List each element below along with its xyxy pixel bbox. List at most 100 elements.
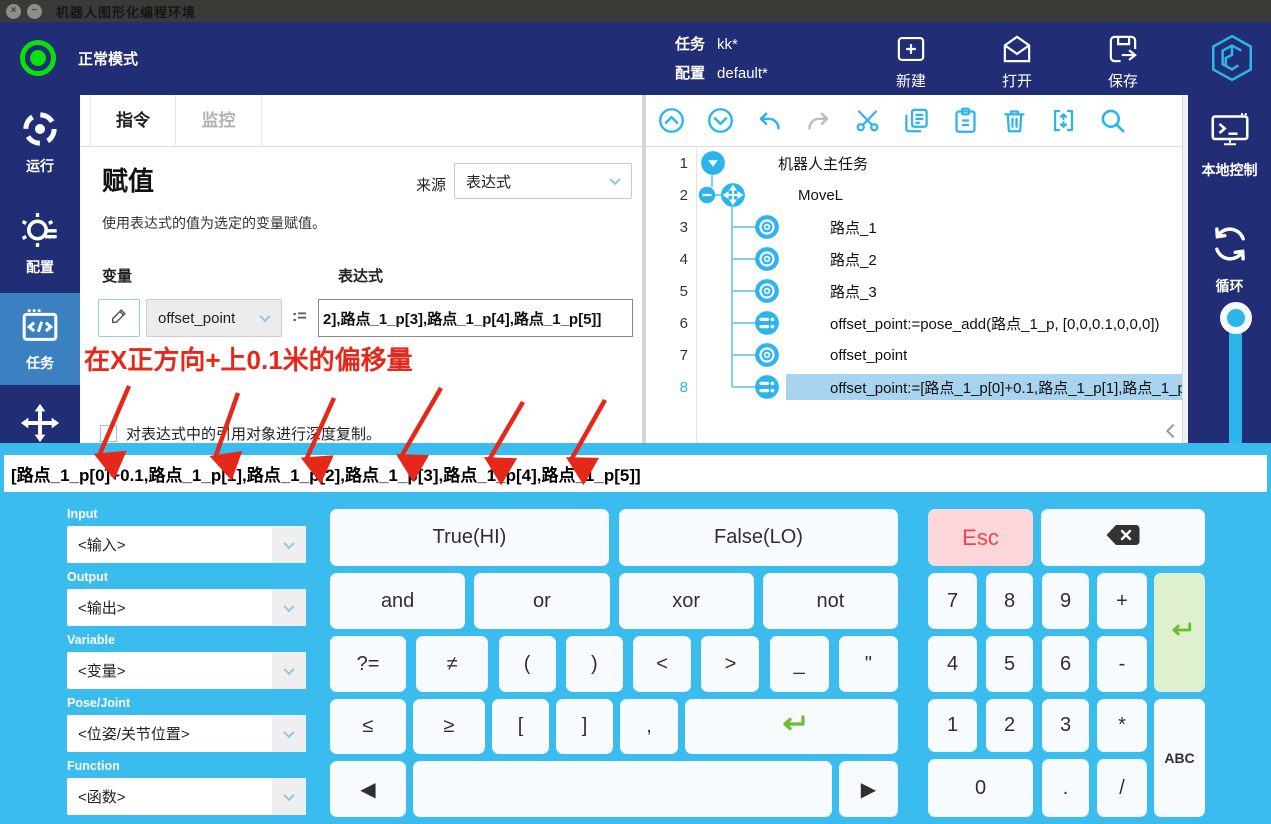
chevron-down-icon (272, 652, 306, 689)
tree-row-main-task[interactable]: 1 机器人主任务 (646, 147, 1182, 179)
key-space[interactable] (413, 761, 832, 817)
tree-row-waypoint2[interactable]: 4 路点_2 (646, 243, 1182, 275)
move-up-button[interactable] (658, 107, 685, 134)
key-or[interactable]: or (474, 573, 609, 629)
key-plus[interactable]: + (1097, 573, 1147, 629)
key-less-equal[interactable]: ≤ (330, 699, 406, 754)
sidebar-item-loop[interactable]: 循环 (1188, 223, 1271, 296)
window-close-button[interactable]: × (6, 4, 21, 19)
window-minimize-button[interactable]: − (27, 4, 42, 19)
variable-selector[interactable]: <变量> (67, 652, 306, 689)
key-6[interactable]: 6 (1042, 636, 1089, 692)
brand-logo-icon (1207, 33, 1257, 88)
key-0[interactable]: 0 (928, 759, 1033, 817)
undo-button[interactable] (756, 107, 783, 134)
keyboard-expression-field[interactable]: [路点_1_p[0]+0.1,路点_1_p[1],路点_1_p[2],路点_1_… (4, 455, 1267, 492)
deep-copy-label: 对表达式中的引用对象进行深度复制。 (126, 423, 381, 444)
deep-copy-checkbox[interactable] (100, 425, 117, 442)
delete-button[interactable] (1001, 107, 1028, 134)
new-button[interactable]: 新建 (875, 28, 947, 91)
key-minus[interactable]: - (1097, 636, 1147, 692)
key-greater-than[interactable]: > (701, 636, 759, 692)
variable-select-value: offset_point (147, 310, 249, 327)
move-down-button[interactable] (707, 107, 734, 134)
variable-label: 变量 (102, 265, 132, 286)
key-dot[interactable]: . (1042, 759, 1089, 817)
key-true-hi[interactable]: True(HI) (330, 509, 609, 566)
key-and[interactable]: and (330, 573, 465, 629)
edit-variable-button[interactable] (98, 299, 140, 337)
key-9[interactable]: 9 (1042, 573, 1089, 629)
sidebar-item-task[interactable]: 任务 (0, 293, 80, 385)
key-cursor-left[interactable]: ◀ (330, 761, 406, 817)
key-slash[interactable]: / (1097, 759, 1147, 817)
terminal-icon (1209, 111, 1251, 154)
key-underscore[interactable]: _ (770, 636, 829, 692)
gear-icon (20, 210, 60, 250)
key-left-bracket[interactable]: [ (492, 699, 549, 754)
collapse-minus-icon[interactable] (698, 186, 716, 209)
key-4[interactable]: 4 (928, 636, 977, 692)
sidebar-item-run[interactable]: 运行 (0, 109, 80, 176)
cut-button[interactable] (854, 107, 881, 134)
key-7[interactable]: 7 (928, 573, 977, 629)
key-comma[interactable]: , (620, 699, 678, 754)
key-esc[interactable]: Esc (928, 509, 1033, 566)
key-backspace[interactable] (1041, 509, 1205, 566)
search-button[interactable] (1099, 107, 1126, 134)
paste-button[interactable] (952, 107, 979, 134)
sidebar-item-move[interactable] (0, 403, 80, 443)
save-icon (1106, 32, 1140, 66)
key-not[interactable]: not (763, 573, 898, 629)
key-8[interactable]: 8 (986, 573, 1033, 629)
tree-row-assign-pose-add[interactable]: 6 offset_point:=pose_add(路点_1_p, [0,0,0.… (646, 307, 1182, 339)
tree-row-movel[interactable]: 2 MoveL (646, 179, 1182, 211)
swap-button[interactable] (1050, 107, 1077, 134)
key-less-than[interactable]: < (633, 636, 691, 692)
key-not-equal[interactable]: ≠ (416, 636, 488, 692)
expression-input[interactable]: 2],路点_1_p[3],路点_1_p[4],路点_1_p[5]] (318, 299, 633, 337)
key-question-equals[interactable]: ?= (330, 636, 406, 692)
pose-joint-selector[interactable]: <位姿/关节位置> (67, 715, 306, 752)
input-selector[interactable]: <输入> (67, 526, 306, 563)
tree-row-waypoint3[interactable]: 5 路点_3 (646, 275, 1182, 307)
speed-slider-handle[interactable] (1220, 302, 1252, 334)
key-3[interactable]: 3 (1042, 699, 1089, 752)
key-enter[interactable] (685, 699, 898, 754)
key-right-bracket[interactable]: ] (556, 699, 613, 754)
save-button[interactable]: 保存 (1087, 28, 1159, 91)
copy-button[interactable] (903, 107, 930, 134)
tree-row-offset-point[interactable]: 7 offset_point (646, 339, 1182, 371)
output-selector[interactable]: <输出> (67, 589, 306, 626)
mode-green-icon (20, 40, 56, 76)
tree-row-waypoint1[interactable]: 3 路点_1 (646, 211, 1182, 243)
variable-select[interactable]: offset_point (146, 299, 282, 337)
key-numpad-enter[interactable] (1154, 573, 1205, 692)
function-selector[interactable]: <函数> (67, 778, 306, 815)
sidebar-item-config[interactable]: 配置 (0, 210, 80, 277)
tab-instruction[interactable]: 指令 (90, 95, 176, 147)
tab-monitor[interactable]: 监控 (176, 95, 262, 147)
key-cursor-right[interactable]: ▶ (839, 761, 898, 817)
tree-node-label: offset_point:=[路点_1_p[0]+0.1,路点_1_p[1],路… (830, 377, 1182, 398)
key-false-lo[interactable]: False(LO) (619, 509, 898, 566)
line-number: 3 (646, 219, 688, 236)
tree-row-assign-selected[interactable]: 8 offset_point:=[路点_1_p[0]+0.1,路点_1_p[1]… (646, 371, 1182, 403)
key-greater-equal[interactable]: ≥ (413, 699, 485, 754)
key-left-paren[interactable]: ( (499, 636, 556, 692)
key-xor[interactable]: xor (619, 573, 754, 629)
open-button[interactable]: 打开 (981, 28, 1053, 91)
sidebar-item-local-control[interactable]: 本地控制 (1188, 111, 1271, 180)
source-select[interactable]: 表达式 (454, 163, 632, 199)
key-right-paren[interactable]: ) (566, 636, 623, 692)
expression-keyboard-panel: [路点_1_p[0]+0.1,路点_1_p[1],路点_1_p[2],路点_1_… (0, 443, 1271, 824)
key-quote[interactable]: " (839, 636, 898, 692)
redo-button[interactable] (805, 107, 832, 134)
key-abc[interactable]: ABC (1154, 699, 1205, 817)
key-1[interactable]: 1 (928, 699, 977, 752)
key-5[interactable]: 5 (986, 636, 1033, 692)
key-star[interactable]: * (1097, 699, 1147, 752)
collapse-triangle-icon[interactable] (700, 150, 726, 181)
key-2[interactable]: 2 (986, 699, 1033, 752)
copy-icon (903, 107, 930, 134)
